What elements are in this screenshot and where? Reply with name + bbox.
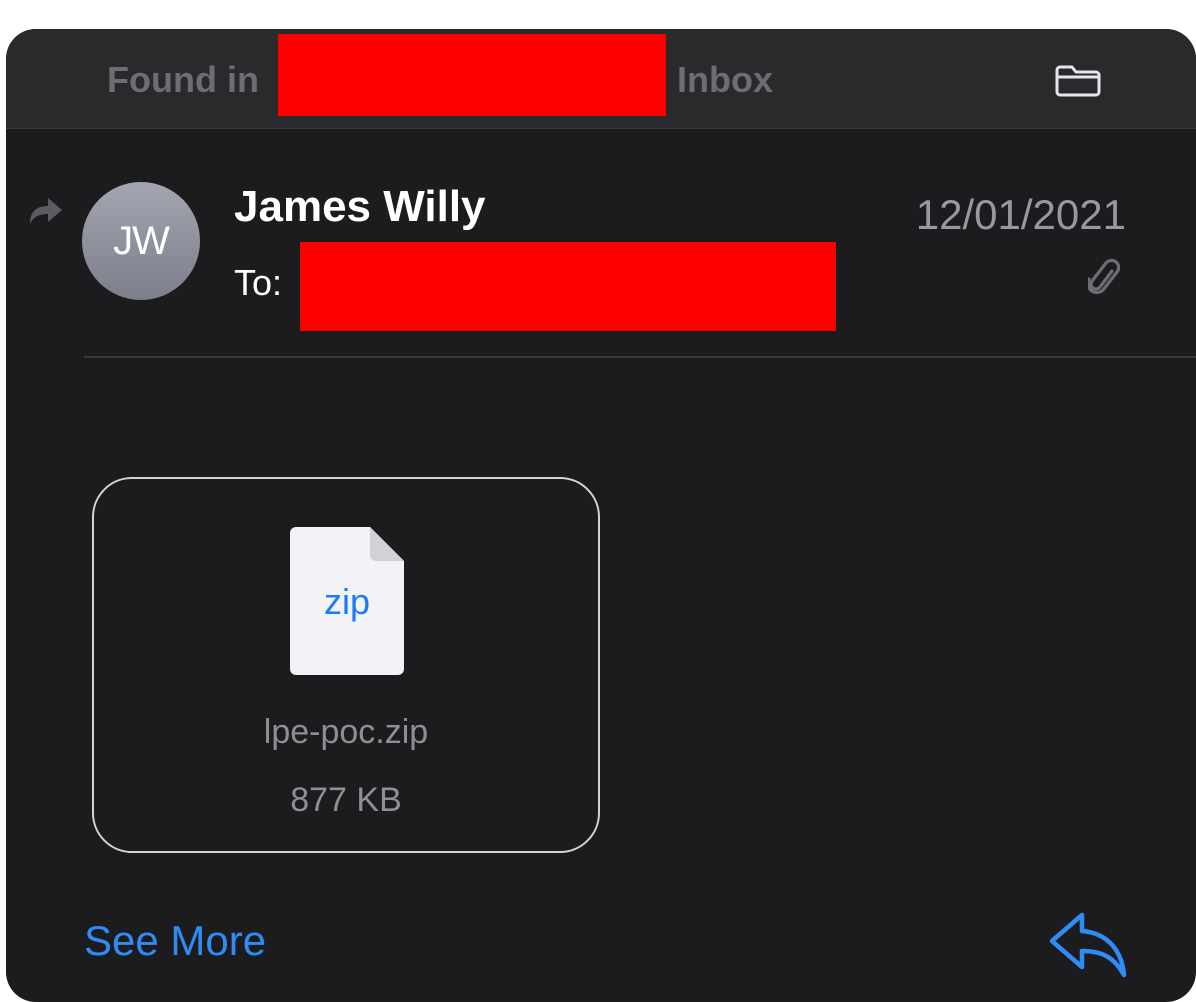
found-in-label: Found in — [107, 59, 259, 100]
forward-arrow-icon — [30, 198, 62, 224]
header-divider — [84, 356, 1196, 358]
file-extension-label: zip — [323, 581, 371, 622]
see-more-link[interactable]: See More — [84, 917, 266, 965]
avatar[interactable]: JW — [82, 182, 200, 300]
attachment-tile[interactable]: zip lpe-poc.zip 877 KB — [92, 477, 600, 853]
attachment-file-size: 877 KB — [290, 781, 402, 819]
attachment-file-name: lpe-poc.zip — [263, 713, 429, 751]
message-card: Found in Inbox JW James Willy To: 12/01/… — [6, 29, 1196, 1002]
message-date: 12/01/2021 — [915, 191, 1126, 238]
search-context-header: Found in Inbox — [6, 29, 1196, 129]
sender-name[interactable]: James Willy — [234, 182, 486, 232]
folder-icon[interactable] — [1054, 57, 1102, 101]
paperclip-icon — [1088, 258, 1120, 295]
reply-icon[interactable] — [1046, 909, 1130, 981]
redacted-recipient — [300, 242, 836, 331]
top-strip — [0, 0, 1196, 30]
redacted-account-name — [278, 34, 666, 116]
mailbox-name: Inbox — [677, 59, 773, 100]
recipient-label: To: — [234, 262, 283, 303]
